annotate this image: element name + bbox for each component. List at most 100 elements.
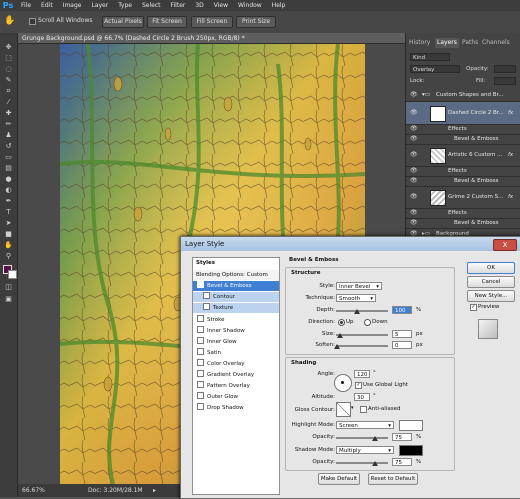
depth-slider[interactable] (336, 310, 388, 312)
visibility-eye-icon[interactable]: 👁 (410, 125, 418, 132)
document-tab[interactable]: Grunge Background.psd @ 66.7% (Dashed Ci… (18, 33, 405, 44)
gloss-contour-picker[interactable] (336, 402, 351, 417)
quick-mask-icon[interactable]: ◫ (3, 283, 14, 292)
blur-tool-icon[interactable]: ● (3, 175, 14, 184)
stamp-tool-icon[interactable]: ♟ (3, 131, 14, 140)
style-checkbox[interactable] (203, 292, 210, 299)
type-tool-icon[interactable]: T (3, 208, 14, 217)
crop-tool-icon[interactable]: ⌗ (3, 87, 14, 96)
visibility-eye-icon[interactable]: 👁 (410, 177, 418, 184)
highlight-opacity-slider[interactable] (336, 437, 388, 439)
layer-filter-kind[interactable]: Kind (410, 53, 450, 61)
size-input[interactable]: 5 (392, 330, 412, 338)
menu-window[interactable]: Window (233, 0, 267, 11)
healing-tool-icon[interactable]: ✚ (3, 109, 14, 118)
quick-select-tool-icon[interactable]: ✎ (3, 76, 14, 85)
checked-checkbox[interactable]: ✓ (197, 281, 204, 290)
depth-input[interactable]: 100 (392, 306, 412, 314)
fill-field[interactable] (494, 77, 516, 85)
tab-history[interactable]: History (407, 38, 432, 48)
shadow-mode-select[interactable]: Multiply ▾ (336, 446, 394, 454)
direction-down-radio[interactable] (364, 319, 371, 326)
fit-screen-button[interactable]: Fit Screen (147, 16, 187, 28)
style-checkbox[interactable] (203, 303, 210, 310)
menu-filter[interactable]: Filter (166, 0, 191, 11)
global-light-checkbox[interactable]: ✓ (355, 382, 362, 389)
angle-dial[interactable] (334, 374, 352, 392)
tab-layers[interactable]: Layers (435, 38, 459, 48)
hand-tool-icon[interactable]: ✋ (4, 16, 15, 26)
layer-grime-2[interactable]: 👁 Grime 2 Custom S... fx (406, 186, 520, 209)
gradient-overlay-item[interactable]: Gradient Overlay (193, 370, 279, 380)
status-arrow-icon[interactable]: ▸ (153, 484, 156, 497)
move-tool-icon[interactable]: ✥ (3, 43, 14, 52)
marquee-tool-icon[interactable]: ⬚ (3, 54, 14, 63)
dodge-tool-icon[interactable]: ◐ (3, 186, 14, 195)
pen-tool-icon[interactable]: ✒ (3, 197, 14, 206)
new-style-button[interactable]: New Style... (467, 290, 515, 302)
contour-item[interactable]: Contour (193, 292, 279, 302)
eraser-tool-icon[interactable]: ▭ (3, 153, 14, 162)
shape-tool-icon[interactable]: ■ (3, 230, 14, 239)
texture-item[interactable]: Texture (193, 303, 279, 313)
history-brush-tool-icon[interactable]: ↺ (3, 142, 14, 151)
visibility-eye-icon[interactable]: 👁 (410, 193, 418, 200)
style-checkbox[interactable] (197, 381, 204, 388)
shadow-opacity-slider[interactable] (336, 462, 388, 464)
highlight-opacity-knob[interactable] (372, 436, 378, 441)
reset-to-default-button[interactable]: Reset to Default (368, 473, 418, 485)
angle-input[interactable]: 120 (354, 370, 370, 378)
close-button[interactable]: X (493, 239, 517, 251)
tab-paths[interactable]: Paths (460, 38, 480, 48)
tab-channels[interactable]: Channels (480, 38, 512, 48)
opacity-field[interactable] (494, 65, 516, 73)
style-checkbox[interactable] (197, 403, 204, 410)
ok-button[interactable]: OK (467, 262, 515, 274)
dialog-title[interactable]: Layer Style (181, 237, 520, 251)
style-checkbox[interactable] (197, 337, 204, 344)
bevel-emboss-item[interactable]: ✓ Bevel & Emboss (193, 281, 279, 291)
menu-file[interactable]: File (16, 0, 36, 11)
style-checkbox[interactable] (197, 370, 204, 377)
menu-edit[interactable]: Edit (36, 0, 58, 11)
styles-header[interactable]: Styles (193, 258, 279, 268)
actual-pixels-button[interactable]: Actual Pixels (102, 16, 144, 28)
lasso-tool-icon[interactable]: ◌ (3, 65, 14, 74)
cancel-button[interactable]: Cancel (467, 276, 515, 288)
screen-mode-icon[interactable]: ▣ (3, 295, 14, 304)
style-checkbox[interactable] (197, 359, 204, 366)
soften-input[interactable]: 0 (392, 341, 412, 349)
fill-screen-button[interactable]: Fill Screen (191, 16, 233, 28)
chevron-down-icon[interactable]: ▾ (351, 405, 354, 411)
visibility-eye-icon[interactable]: 👁 (410, 209, 418, 216)
layer-artistic-6[interactable]: 👁 Artistic 6 Custom ... fx (406, 144, 520, 167)
zoom-tool-icon[interactable]: ⚲ (3, 252, 14, 261)
blending-options-item[interactable]: Blending Options: Custom (193, 270, 279, 280)
brush-tool-icon[interactable]: ✏ (3, 120, 14, 129)
style-checkbox[interactable] (197, 315, 204, 322)
visibility-eye-icon[interactable]: 👁 (410, 135, 418, 142)
inner-shadow-item[interactable]: Inner Shadow (193, 326, 279, 336)
path-select-tool-icon[interactable]: ➤ (3, 219, 14, 228)
stroke-item[interactable]: Stroke (193, 315, 279, 325)
direction-up-radio[interactable] (338, 319, 345, 326)
soften-slider-knob[interactable] (334, 344, 340, 349)
visibility-eye-icon[interactable]: 👁 (410, 167, 418, 174)
make-default-button[interactable]: Make Default (318, 473, 360, 485)
hand-tool-icon[interactable]: ✋ (3, 241, 14, 250)
fx-icon[interactable]: fx (508, 194, 513, 200)
menu-layer[interactable]: Layer (86, 0, 113, 11)
drop-shadow-item[interactable]: Drop Shadow (193, 403, 279, 413)
soften-slider[interactable] (336, 345, 388, 347)
size-slider[interactable] (336, 334, 388, 336)
menu-help[interactable]: Help (267, 0, 291, 11)
shadow-opacity-input[interactable]: 75 (392, 458, 412, 466)
background-color-swatch[interactable] (8, 270, 17, 279)
menu-image[interactable]: Image (58, 0, 87, 11)
inner-glow-item[interactable]: Inner Glow (193, 337, 279, 347)
highlight-mode-select[interactable]: Screen ▾ (336, 421, 394, 429)
visibility-eye-icon[interactable]: 👁 (410, 219, 418, 226)
depth-slider-knob[interactable] (354, 309, 360, 314)
fx-icon[interactable]: fx (508, 152, 513, 158)
color-overlay-item[interactable]: Color Overlay (193, 359, 279, 369)
